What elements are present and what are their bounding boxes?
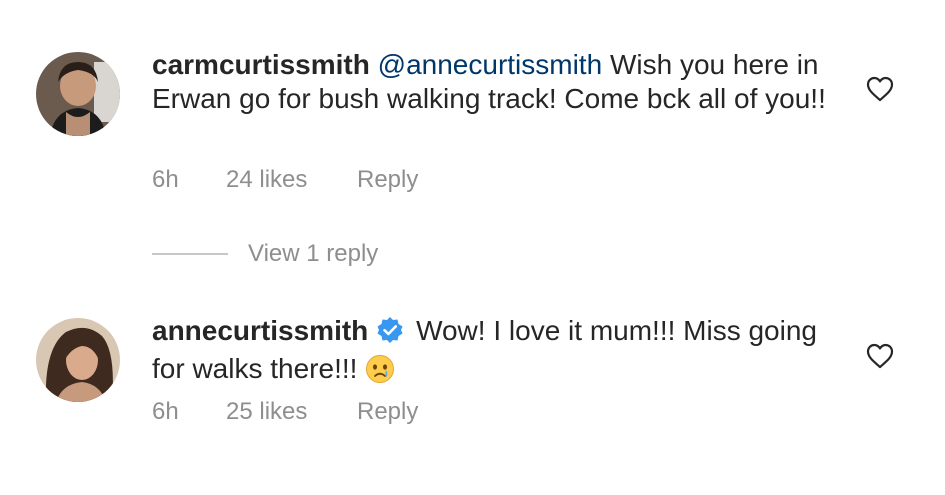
comment-meta: 6h 25 likes Reply: [152, 398, 418, 426]
crying-face-emoji: [365, 354, 395, 392]
comment-meta: 6h 24 likes Reply: [152, 166, 418, 194]
avatar-carmcurtissmith[interactable]: [36, 52, 120, 136]
comment-text: carmcurtissmith @annecurtissmith Wish yo…: [152, 48, 842, 116]
avatar-annecurtissmith[interactable]: [36, 318, 120, 402]
reply-button[interactable]: Reply: [357, 398, 418, 426]
comment-username[interactable]: annecurtissmith: [152, 315, 368, 346]
reply-button[interactable]: Reply: [357, 166, 418, 194]
verified-badge-icon: [376, 316, 404, 352]
comment-text: annecurtissmith Wow! I love it mum!!! Mi…: [152, 314, 842, 392]
comment-time[interactable]: 6h: [152, 398, 226, 426]
comment-username[interactable]: carmcurtissmith: [152, 49, 370, 80]
comment-likes[interactable]: 25 likes: [226, 398, 357, 426]
heart-outline-icon[interactable]: [866, 343, 894, 369]
view-replies-button[interactable]: View 1 reply: [152, 240, 378, 268]
mention-link[interactable]: @annecurtissmith: [378, 49, 603, 80]
comment-likes[interactable]: 24 likes: [226, 166, 357, 194]
comment-time[interactable]: 6h: [152, 166, 226, 194]
view-replies-label[interactable]: View 1 reply: [248, 240, 378, 268]
replies-divider: [152, 253, 228, 255]
heart-outline-icon[interactable]: [866, 76, 894, 102]
